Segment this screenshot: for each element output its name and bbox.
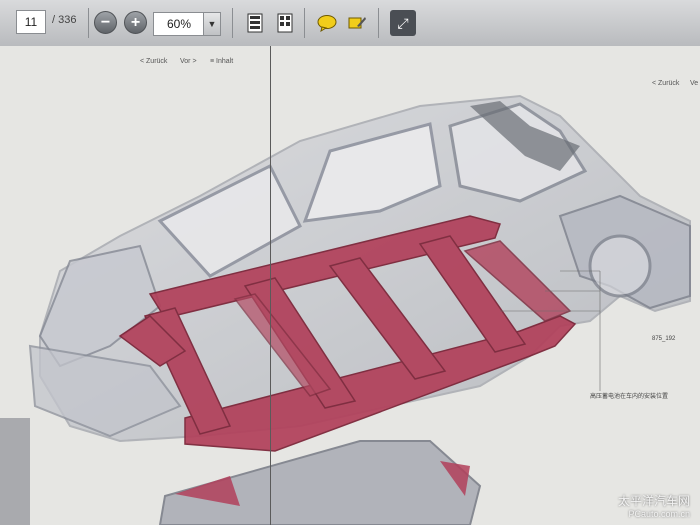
watermark-chinese-text: 太平洋汽车网 xyxy=(617,494,690,508)
zoom-in-icon[interactable]: + xyxy=(124,11,147,34)
toolbar-separator xyxy=(304,8,305,38)
watermark-url: PCauto.com.cn xyxy=(628,509,690,519)
figure-code-label: 875_192 xyxy=(652,336,676,342)
nav-back-link[interactable]: < Zurück xyxy=(140,58,167,65)
expand-icon[interactable]: ⤢ xyxy=(390,10,416,36)
single-page-icon[interactable] xyxy=(242,10,268,36)
zoom-out-icon[interactable]: − xyxy=(94,11,117,34)
highlight-icon[interactable] xyxy=(344,10,370,36)
watermark: 太平洋汽车网 PCauto.com.cn xyxy=(618,492,690,519)
zoom-level-field[interactable]: 60% xyxy=(153,12,205,36)
pdf-toolbar: 11 / 336 − + 60% ▼ ⤢ xyxy=(0,0,700,47)
callout-label: 高压蓄电池在车内的安装位置 xyxy=(590,394,669,400)
vehicle-body-frame-illustration xyxy=(0,94,691,525)
document-page: < Zurück Vor > ≡ Inhalt < Zurück Ve 875_… xyxy=(0,46,700,525)
comment-icon[interactable] xyxy=(314,10,340,36)
toolbar-separator xyxy=(88,8,89,38)
nav-back-link-right[interactable]: < Zurück xyxy=(652,80,679,87)
toolbar-separator xyxy=(378,8,379,38)
nav-forward-link[interactable]: Vor > xyxy=(180,58,197,65)
nav-forward-link-right[interactable]: Ve xyxy=(690,80,698,87)
page-divider-line xyxy=(270,46,271,525)
page-total-label: / 336 xyxy=(52,14,77,26)
page-number-input[interactable]: 11 xyxy=(16,10,46,34)
scroll-pages-icon[interactable] xyxy=(272,10,298,36)
toolbar-separator xyxy=(232,8,233,38)
nav-contents-link[interactable]: ≡ Inhalt xyxy=(210,58,233,65)
zoom-dropdown-arrow[interactable]: ▼ xyxy=(203,12,221,36)
